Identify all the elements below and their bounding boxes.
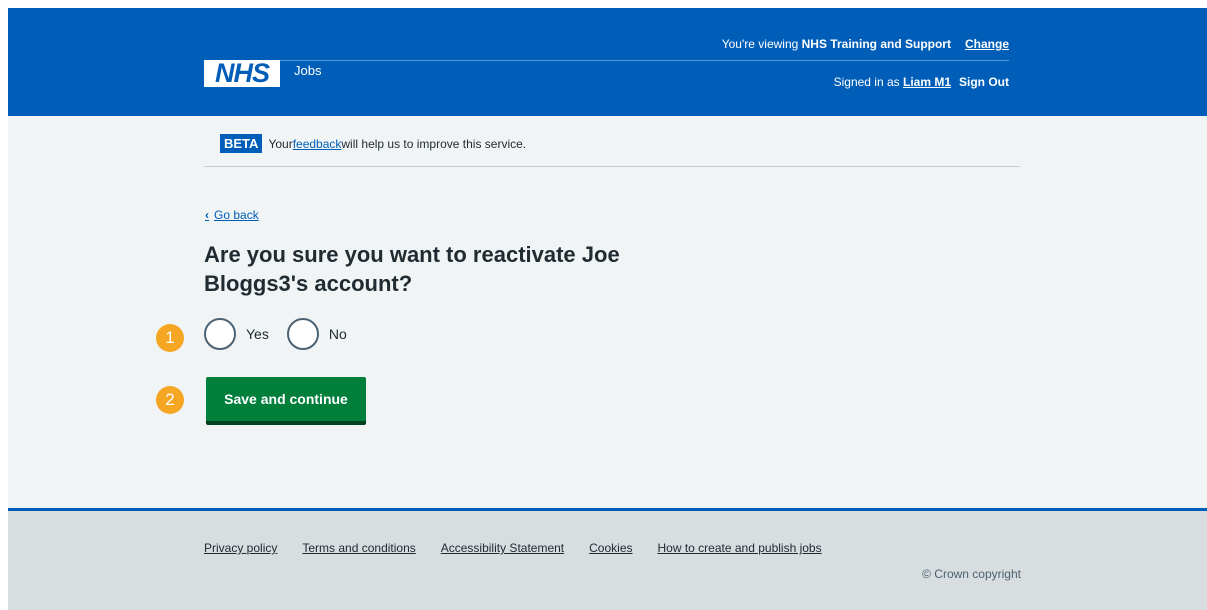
- sign-out-link[interactable]: Sign Out: [959, 75, 1009, 89]
- organisation-name: NHS Training and Support: [801, 37, 951, 51]
- feedback-link[interactable]: feedback: [293, 137, 342, 151]
- service-name: Jobs: [294, 63, 322, 78]
- site-header: You're viewing NHS Training and Support C…: [8, 8, 1207, 116]
- footer-link-accessibility[interactable]: Accessibility Statement: [441, 541, 564, 555]
- page-frame: You're viewing NHS Training and Support C…: [8, 8, 1207, 610]
- go-back-link[interactable]: ‹ Go back: [205, 208, 259, 222]
- viewing-prefix: You're viewing: [721, 37, 802, 51]
- footer-link-cookies[interactable]: Cookies: [589, 541, 632, 555]
- radio-no[interactable]: No: [286, 318, 347, 350]
- radio-yes-circle[interactable]: [204, 318, 236, 350]
- user-name-link[interactable]: Liam M1: [903, 75, 951, 89]
- site-footer: Privacy policy Terms and conditions Acce…: [8, 508, 1207, 610]
- beta-text-before: Your: [268, 136, 293, 151]
- chevron-left-icon: ‹: [205, 208, 209, 222]
- change-organisation-link[interactable]: Change: [965, 37, 1009, 51]
- viewing-organisation: You're viewing NHS Training and Support C…: [722, 37, 1009, 51]
- signed-in-prefix: Signed in as: [833, 75, 903, 89]
- footer-link-how-to-publish[interactable]: How to create and publish jobs: [658, 541, 822, 555]
- beta-banner: BETA Your feedback will help us to impro…: [220, 134, 526, 153]
- nhs-logo[interactable]: NHS: [204, 60, 280, 87]
- footer-link-privacy[interactable]: Privacy policy: [204, 541, 277, 555]
- go-back-label: Go back: [214, 208, 259, 222]
- radio-yes-label[interactable]: Yes: [246, 326, 269, 342]
- header-divider: [204, 60, 1009, 61]
- beta-divider: [204, 166, 1020, 167]
- page-title: Are you sure you want to reactivate Joe …: [204, 242, 620, 296]
- beta-text-after: will help us to improve this service.: [341, 136, 527, 151]
- reactivate-radio-group: Yes No: [204, 318, 365, 350]
- footer-link-terms[interactable]: Terms and conditions: [302, 541, 415, 555]
- signed-in-info: Signed in as Liam M1 Sign Out: [834, 75, 1009, 89]
- radio-no-circle[interactable]: [286, 318, 319, 350]
- step-badge-2: 2: [156, 386, 184, 414]
- step-badge-1: 1: [156, 324, 184, 352]
- radio-yes[interactable]: Yes: [204, 318, 269, 350]
- footer-links: Privacy policy Terms and conditions Acce…: [204, 541, 847, 555]
- beta-tag: BETA: [220, 134, 263, 153]
- radio-no-label[interactable]: No: [329, 326, 347, 342]
- save-and-continue-button[interactable]: Save and continue: [206, 377, 366, 421]
- copyright-text: © Crown copyright: [922, 567, 1021, 581]
